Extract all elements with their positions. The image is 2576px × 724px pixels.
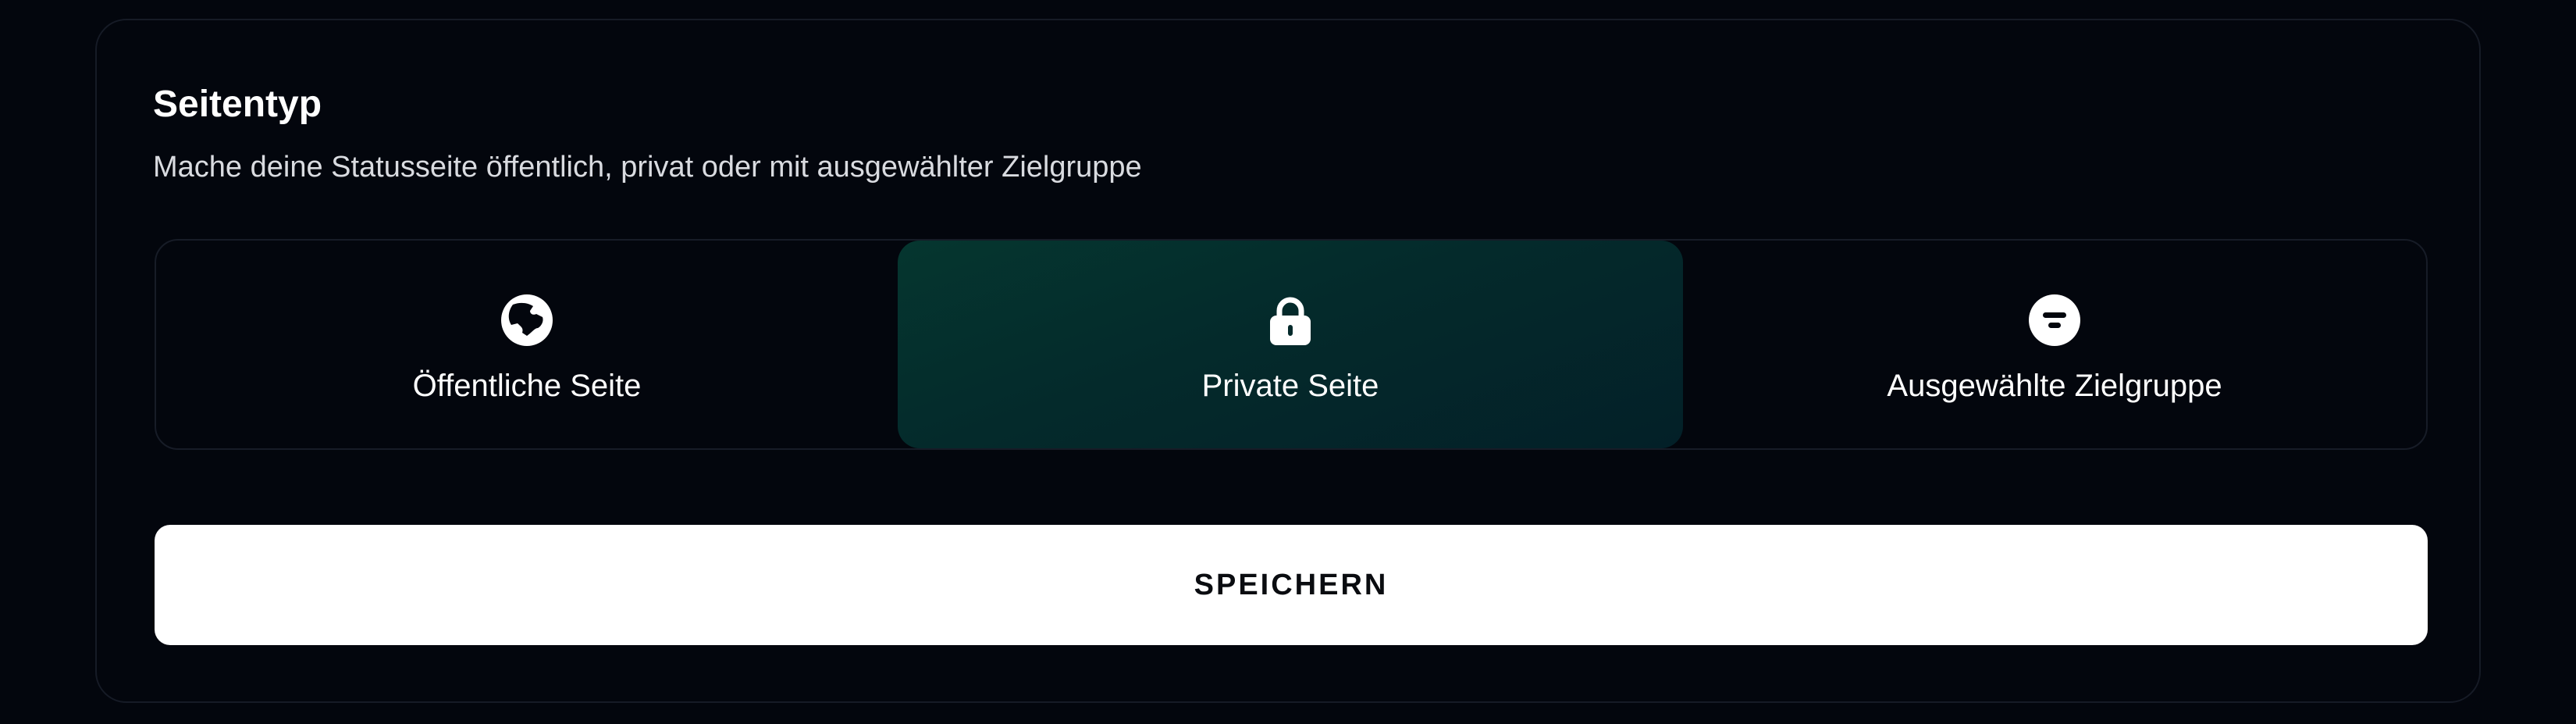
option-label: Öffentliche Seite bbox=[412, 369, 642, 403]
option-label: Ausgewählte Zielgruppe bbox=[1887, 369, 2222, 403]
option-label: Private Seite bbox=[1201, 369, 1379, 403]
option-public-page[interactable]: Öffentliche Seite bbox=[156, 241, 898, 448]
filter-icon bbox=[2028, 294, 2081, 347]
save-button[interactable]: SPEICHERN bbox=[155, 525, 2428, 645]
page-type-card: Seitentyp Mache deine Statusseite öffent… bbox=[95, 19, 2481, 703]
section-description: Mache deine Statusseite öffentlich, priv… bbox=[153, 151, 1142, 184]
globe-icon bbox=[500, 294, 553, 347]
section-title: Seitentyp bbox=[153, 84, 322, 125]
option-private-page[interactable]: Private Seite bbox=[898, 241, 1683, 448]
page-type-selector: Öffentliche Seite Private Seite Ausgewäh… bbox=[155, 239, 2428, 450]
lock-icon bbox=[1264, 294, 1317, 347]
option-selected-audience[interactable]: Ausgewählte Zielgruppe bbox=[1683, 241, 2426, 448]
